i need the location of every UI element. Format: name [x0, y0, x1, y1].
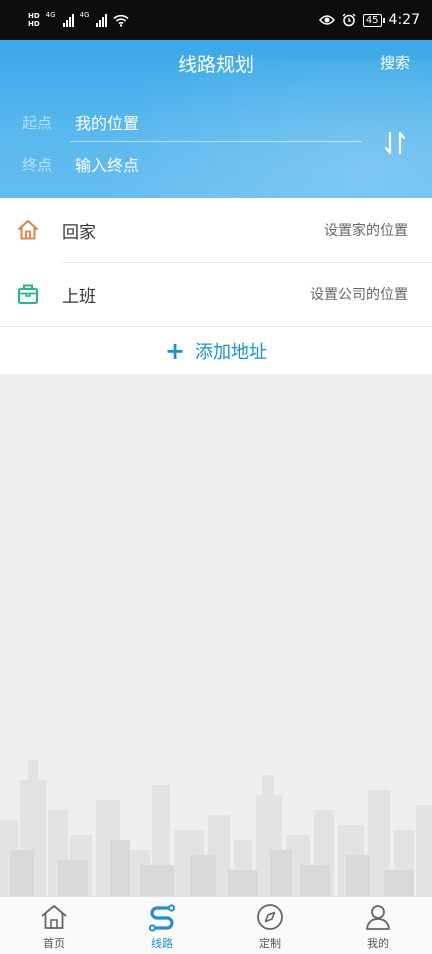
network-label-2: 4G — [79, 11, 90, 19]
route-planning-header: 线路规划 搜索 起点 我的位置 终点 输入终点 — [0, 40, 432, 198]
home-icon — [41, 905, 67, 929]
briefcase-icon — [18, 284, 38, 304]
route-icon — [148, 904, 176, 932]
battery-icon: 45 — [362, 13, 385, 27]
shortcut-home-hint: 设置家的位置 — [324, 223, 408, 239]
home-icon — [18, 220, 38, 240]
add-address-label: 添加地址 — [195, 341, 268, 363]
swap-icon[interactable] — [382, 130, 408, 156]
wifi-icon — [113, 14, 130, 27]
compass-icon — [257, 904, 283, 930]
hd-label-1: HD — [28, 12, 40, 20]
shortcut-home[interactable]: 回家 设置家的位置 — [0, 198, 432, 262]
end-point-field[interactable]: 终点 输入终点 — [22, 152, 139, 176]
page-title: 线路规划 — [177, 54, 254, 76]
end-placeholder: 输入终点 — [75, 156, 140, 175]
alarm-icon — [342, 13, 356, 27]
shortcut-work[interactable]: 上班 设置公司的位置 — [0, 262, 432, 326]
nav-route-label: 线路 — [151, 937, 173, 950]
nav-home[interactable]: 首页 — [0, 897, 108, 954]
shortcut-work-hint: 设置公司的位置 — [310, 287, 408, 303]
shortcut-home-label: 回家 — [62, 222, 96, 243]
shortcut-work-label: 上班 — [62, 286, 96, 307]
nav-custom-label: 定制 — [259, 937, 281, 950]
status-left: HD HD 4G 4G — [28, 11, 130, 28]
nav-route[interactable]: 线路 — [108, 897, 216, 954]
network-label-1: 4G — [45, 11, 56, 19]
status-bar: HD HD 4G 4G 45 4:27 — [0, 0, 432, 40]
status-right: 45 4:27 — [318, 12, 420, 28]
user-icon — [366, 905, 390, 930]
bottom-navigation: 首页 线路 定制 我的 — [0, 896, 432, 954]
route-divider — [70, 141, 362, 142]
nav-home-label: 首页 — [43, 937, 65, 950]
hd-indicator: HD HD — [28, 12, 40, 28]
start-label: 起点 — [22, 113, 53, 132]
signal-icon — [62, 13, 74, 27]
signal-icon-2 — [96, 13, 108, 27]
eye-icon — [318, 15, 335, 25]
add-address-button[interactable]: + 添加地址 — [0, 326, 432, 374]
nav-custom[interactable]: 定制 — [216, 897, 324, 954]
start-point-field[interactable]: 起点 我的位置 — [22, 110, 139, 134]
search-button[interactable]: 搜索 — [380, 52, 410, 73]
start-value: 我的位置 — [75, 114, 140, 133]
end-label: 终点 — [22, 155, 53, 174]
address-shortcuts: 回家 设置家的位置 上班 设置公司的位置 + 添加地址 — [0, 198, 432, 374]
nav-mine-label: 我的 — [367, 937, 389, 950]
nav-mine[interactable]: 我的 — [324, 897, 432, 954]
plus-icon: + — [164, 336, 186, 365]
clock: 4:27 — [388, 12, 420, 28]
hd-label-2: HD — [28, 20, 40, 28]
city-skyline-illustration — [0, 760, 432, 898]
